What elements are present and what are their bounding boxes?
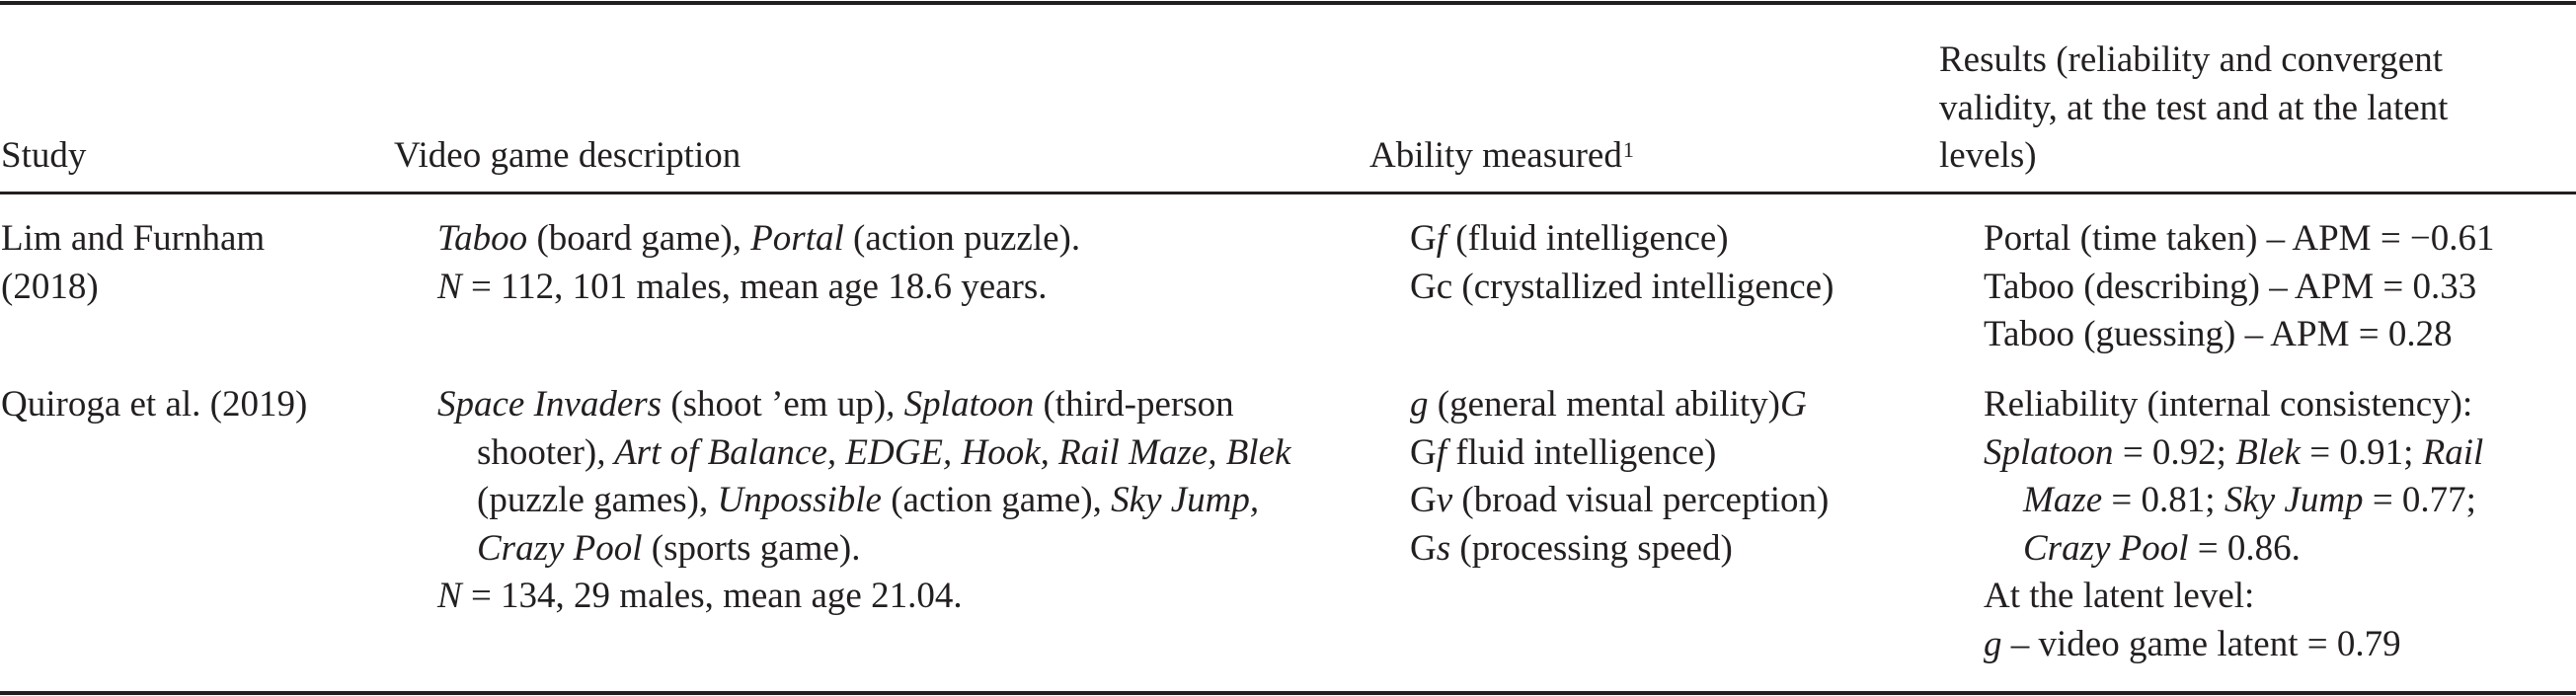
ability-item: Gf fluid intelligence): [1410, 429, 1829, 478]
game-genre: (sports game).: [642, 527, 861, 569]
ability-trailing: G: [1780, 384, 1807, 425]
table-bottom-rule: [0, 691, 2576, 695]
ability-prefix: Gc: [1410, 266, 1453, 307]
game-title: Sky Jump: [2224, 480, 2364, 520]
ability-subscript: v: [1436, 480, 1453, 520]
sample-line: N = 134, 29 males, mean age 21.04.: [437, 573, 1290, 621]
study-line: Quiroga et al. (2019): [1, 384, 308, 425]
ability-text: (broad visual perception): [1452, 480, 1830, 520]
ability-subscript: g: [1410, 384, 1429, 425]
sample-n-symbol: N: [437, 576, 462, 616]
ability-text: fluid intelligence): [1446, 431, 1717, 473]
description-line: (puzzle games), Unpossible (action game)…: [437, 477, 1290, 525]
ability-subscript: s: [1436, 527, 1451, 569]
latent-label: At the latent level:: [1984, 576, 2255, 616]
cell-description: Space Invaders (shoot ’em up), Splatoon …: [437, 381, 1290, 621]
header-ability: Ability measured1: [1369, 132, 1634, 181]
ability-text: (processing speed): [1450, 527, 1733, 569]
ability-text: (fluid intelligence): [1446, 218, 1729, 259]
game-title: Blek: [2235, 431, 2301, 473]
cell-ability: Gf (fluid intelligence) Gc (crystallized…: [1410, 215, 1834, 311]
cell-description: Taboo (board game), Portal (action puzzl…: [437, 215, 1080, 311]
description-line: Space Invaders (shoot ’em up), Splatoon …: [437, 381, 1290, 429]
ability-subscript: f: [1436, 431, 1447, 473]
sample-details: = 134, 29 males, mean age 21.04.: [461, 576, 963, 616]
header-results-line: levels): [1939, 135, 2037, 176]
game-title: Crazy Pool: [2023, 527, 2189, 569]
ability-prefix: G: [1410, 480, 1437, 520]
game-genre: (third-person: [1034, 384, 1234, 425]
reliability-value: = 0.81;: [2102, 480, 2225, 520]
result-line: Portal (time taken) – APM = −0.61: [1984, 218, 2495, 259]
reliability-line: Crazy Pool = 0.86.: [1984, 525, 2483, 574]
ability-prefix: G: [1410, 527, 1437, 569]
reliability-value: = 0.86.: [2188, 527, 2301, 569]
ability-text: (general mental ability): [1428, 384, 1780, 425]
header-results-line: Results (reliability and convergent: [1939, 39, 2443, 80]
footnote-marker: 1: [1622, 137, 1634, 162]
header-results-line: validity, at the test and at the latent: [1939, 87, 2449, 128]
sample-line: N = 112, 101 males, mean age 18.6 years.: [437, 264, 1080, 312]
ability-subscript: f: [1436, 218, 1447, 259]
ability-text: (crystallized intelligence): [1452, 266, 1834, 307]
header-description: Video game description: [394, 132, 741, 181]
header-study: Study: [1, 132, 86, 181]
study-line: Lim and Furnham: [1, 218, 266, 259]
reliability-value: = 0.91;: [2300, 431, 2423, 473]
cell-results: Portal (time taken) – APM = −0.61 Taboo …: [1984, 215, 2495, 359]
game-genre: (action game),: [881, 480, 1112, 520]
result-line: Taboo (guessing) – APM = 0.28: [1984, 314, 2453, 354]
game-genre: (shoot ’em up): [662, 384, 887, 425]
header-study-label: Study: [1, 135, 87, 176]
game-genre: (board game),: [527, 218, 751, 259]
reliability-line: Maze = 0.81; Sky Jump = 0.77;: [1984, 477, 2483, 525]
description-line: Crazy Pool (sports game).: [437, 525, 1290, 574]
study-line: (2018): [1, 266, 99, 307]
game-title: Maze: [2023, 480, 2103, 520]
cell-study: Quiroga et al. (2019): [1, 381, 307, 429]
game-title: Portal: [750, 218, 844, 259]
ability-item: Gc (crystallized intelligence): [1410, 264, 1834, 312]
game-genre: (puzzle games),: [477, 480, 718, 520]
reliability-label: Reliability (internal consistency):: [1984, 384, 2473, 425]
ability-prefix: G: [1410, 218, 1437, 259]
header-ability-text: Ability measured: [1369, 135, 1622, 176]
sample-details: = 112, 101 males, mean age 18.6 years.: [461, 266, 1048, 307]
header-description-label: Video game description: [394, 135, 742, 176]
cell-results: Reliability (internal consistency): Spla…: [1984, 381, 2483, 668]
game-genre: shooter): [477, 431, 597, 473]
table-header-rule: [0, 192, 2576, 194]
description-line: shooter), Art of Balance, EDGE, Hook, Ra…: [437, 429, 1290, 478]
latent-line: g – video game latent = 0.79: [1984, 621, 2483, 669]
reliability-value: = 0.77;: [2363, 480, 2476, 520]
description-line: Taboo (board game), Portal (action puzzl…: [437, 215, 1080, 264]
sample-n-symbol: N: [437, 266, 462, 307]
ability-prefix: G: [1410, 431, 1437, 473]
game-title: Crazy Pool: [477, 527, 643, 569]
ability-item: Gs (processing speed): [1410, 525, 1829, 574]
cell-ability: g (general mental ability)G Gf fluid int…: [1410, 381, 1829, 573]
header-ability-label: Ability measured1: [1369, 132, 1634, 181]
game-genre: (action puzzle).: [843, 218, 1081, 259]
latent-value: – video game latent = 0.79: [2001, 623, 2401, 664]
ability-item: Gv (broad visual perception): [1410, 477, 1829, 525]
reliability-value: = 0.92;: [2113, 431, 2236, 473]
ability-item: g (general mental ability)G: [1410, 381, 1829, 429]
game-title: Splatoon: [1984, 431, 2114, 473]
game-title: Splatoon: [903, 384, 1035, 425]
game-title: Unpossible: [717, 480, 882, 520]
ability-item: Gf (fluid intelligence): [1410, 215, 1834, 264]
punctuation: ,: [886, 384, 904, 425]
cell-study: Lim and Furnham (2018): [1, 215, 265, 311]
header-results: Results (reliability and convergent vali…: [1939, 37, 2448, 181]
game-title: Rail: [2422, 431, 2484, 473]
result-line: Taboo (describing) – APM = 0.33: [1984, 266, 2477, 307]
game-title: Sky Jump,: [1111, 480, 1260, 520]
game-title: Space Invaders: [437, 384, 663, 425]
table-top-rule: [0, 1, 2576, 5]
latent-g-symbol: g: [1984, 623, 2002, 664]
game-titles: , Art of Balance, EDGE, Hook, Rail Maze,…: [596, 431, 1291, 473]
game-title: Taboo: [437, 218, 528, 259]
reliability-line: Splatoon = 0.92; Blek = 0.91; Rail: [1984, 429, 2483, 478]
